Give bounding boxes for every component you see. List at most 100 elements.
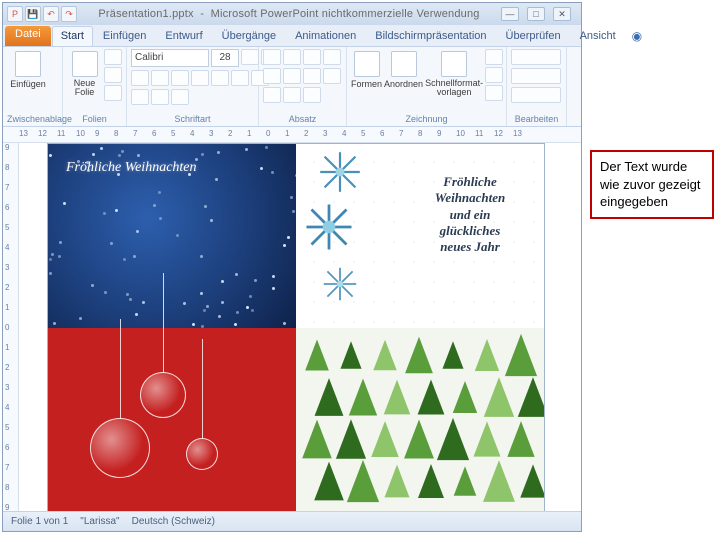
indent-inc-icon[interactable] bbox=[323, 49, 341, 65]
font-size-selector[interactable]: 28 bbox=[211, 49, 239, 67]
align-center-icon[interactable] bbox=[283, 68, 301, 84]
arrange-label: Anordnen bbox=[384, 79, 423, 89]
quick-access-toolbar: P 💾 ↶ ↷ bbox=[7, 6, 77, 22]
shape-effects-icon[interactable] bbox=[485, 85, 503, 101]
card-snowflakes[interactable]: Fröhliche Weihnachten und ein glückliche… bbox=[296, 144, 544, 328]
line-spacing-icon[interactable] bbox=[263, 87, 281, 103]
workspace: 13121110987654321012345678910111213 9876… bbox=[3, 127, 581, 511]
new-slide-button[interactable]: Neue Folie bbox=[67, 49, 102, 107]
align-left-icon[interactable] bbox=[263, 68, 281, 84]
file-tab[interactable]: Datei bbox=[5, 26, 51, 46]
bullets-icon[interactable] bbox=[263, 49, 281, 65]
close-button[interactable]: ✕ bbox=[553, 7, 571, 21]
snowflake-icon bbox=[304, 202, 354, 252]
app-window: P 💾 ↶ ↷ Präsentation1.pptx - Microsoft P… bbox=[2, 2, 582, 532]
justify-icon[interactable] bbox=[323, 68, 341, 84]
group-paragraph: Absatz bbox=[259, 47, 347, 126]
window-controls: — □ ✕ bbox=[501, 7, 577, 21]
save-icon[interactable]: 💾 bbox=[25, 6, 41, 22]
titlebar: P 💾 ↶ ↷ Präsentation1.pptx - Microsoft P… bbox=[3, 3, 581, 25]
columns-icon[interactable] bbox=[303, 87, 321, 103]
indent-dec-icon[interactable] bbox=[303, 49, 321, 65]
status-language[interactable]: Deutsch (Schweiz) bbox=[132, 516, 215, 527]
vertical-ruler: 9876543210123456789 bbox=[3, 143, 19, 511]
tab-uebergaenge[interactable]: Übergänge bbox=[213, 26, 285, 46]
text-direction-icon[interactable] bbox=[283, 87, 301, 103]
shapes-button[interactable]: Formen bbox=[351, 49, 382, 107]
maximize-button[interactable]: □ bbox=[527, 7, 545, 21]
slide-canvas[interactable]: Fröhliche Weihnachten Fröhliche Weihnach… bbox=[19, 143, 581, 511]
group-slides-label: Folien bbox=[67, 113, 122, 126]
undo-icon[interactable]: ↶ bbox=[43, 6, 59, 22]
arrange-icon bbox=[391, 51, 417, 77]
ribbon-tabs: Datei Start Einfügen Entwurf Übergänge A… bbox=[3, 25, 581, 47]
statusbar: Folie 1 von 1 "Larissa" Deutsch (Schweiz… bbox=[3, 511, 581, 531]
shape-fill-icon[interactable] bbox=[485, 49, 503, 65]
shadow-icon[interactable] bbox=[211, 70, 229, 86]
snowflake-icon bbox=[322, 266, 358, 302]
paste-icon bbox=[15, 51, 41, 77]
select-icon[interactable] bbox=[511, 87, 561, 103]
group-drawing-label: Zeichnung bbox=[351, 113, 502, 126]
group-editing: Bearbeiten bbox=[507, 47, 567, 126]
group-font: Calibri 28 bbox=[127, 47, 259, 126]
strike-icon[interactable] bbox=[191, 70, 209, 86]
group-drawing: Formen Anordnen Schnellformat- vorlagen … bbox=[347, 47, 507, 126]
italic-icon[interactable] bbox=[151, 70, 169, 86]
tab-entwurf[interactable]: Entwurf bbox=[156, 26, 211, 46]
new-slide-icon bbox=[72, 51, 98, 77]
reset-icon[interactable] bbox=[104, 67, 122, 83]
group-paragraph-label: Absatz bbox=[263, 113, 342, 126]
card-trees[interactable] bbox=[296, 328, 544, 511]
highlight-icon[interactable] bbox=[151, 89, 169, 105]
ornament-icon bbox=[140, 372, 186, 418]
tab-ueberpruefen[interactable]: Überprüfen bbox=[497, 26, 570, 46]
underline-icon[interactable] bbox=[171, 70, 189, 86]
horizontal-ruler: 13121110987654321012345678910111213 bbox=[3, 127, 581, 143]
help-icon[interactable]: ◉ bbox=[626, 26, 648, 46]
bold-icon[interactable] bbox=[131, 70, 149, 86]
font-color-icon[interactable] bbox=[131, 89, 149, 105]
group-clipboard-label: Zwischenablage bbox=[7, 113, 58, 126]
annotation-text: Der Text wurde wie zuvor gezeigt eingege… bbox=[600, 159, 700, 209]
slide[interactable]: Fröhliche Weihnachten Fröhliche Weihnach… bbox=[47, 143, 545, 511]
app-menu-icon[interactable]: P bbox=[7, 6, 23, 22]
font-name-selector[interactable]: Calibri bbox=[131, 49, 209, 67]
shapes-label: Formen bbox=[351, 79, 382, 89]
ornament-icon bbox=[186, 438, 218, 470]
quick-styles-button[interactable]: Schnellformat- vorlagen bbox=[425, 49, 483, 107]
replace-icon[interactable] bbox=[511, 68, 561, 84]
group-clipboard: Einfügen Zwischenablage bbox=[3, 47, 63, 126]
status-theme: "Larissa" bbox=[80, 516, 119, 527]
paste-button[interactable]: Einfügen bbox=[7, 49, 49, 107]
new-slide-label: Neue Folie bbox=[74, 79, 96, 97]
quick-styles-label: Schnellformat- vorlagen bbox=[425, 79, 483, 97]
align-right-icon[interactable] bbox=[303, 68, 321, 84]
card-blue-snow[interactable]: Fröhliche Weihnachten bbox=[48, 144, 296, 328]
tab-start[interactable]: Start bbox=[52, 26, 93, 46]
status-slide-count: Folie 1 von 1 bbox=[11, 516, 68, 527]
minimize-button[interactable]: — bbox=[501, 7, 519, 21]
section-icon[interactable] bbox=[104, 85, 122, 101]
tab-animationen[interactable]: Animationen bbox=[286, 26, 365, 46]
window-title: Präsentation1.pptx - Microsoft PowerPoin… bbox=[77, 8, 501, 20]
arrange-button[interactable]: Anordnen bbox=[384, 49, 423, 107]
card-red-ornaments[interactable] bbox=[48, 328, 296, 511]
card-snowflakes-text: Fröhliche Weihnachten und ein glückliche… bbox=[410, 174, 530, 255]
grow-font-icon[interactable] bbox=[241, 49, 259, 65]
numbering-icon[interactable] bbox=[283, 49, 301, 65]
layout-icon[interactable] bbox=[104, 49, 122, 65]
paste-label: Einfügen bbox=[10, 79, 46, 89]
app-name: Microsoft PowerPoint nichtkommerzielle V… bbox=[211, 8, 480, 20]
spacing-icon[interactable] bbox=[231, 70, 249, 86]
shape-outline-icon[interactable] bbox=[485, 67, 503, 83]
tab-einfuegen[interactable]: Einfügen bbox=[94, 26, 155, 46]
quick-styles-icon bbox=[441, 51, 467, 77]
group-font-label: Schriftart bbox=[131, 113, 254, 126]
tab-bildschirmpraesentation[interactable]: Bildschirmpräsentation bbox=[366, 26, 495, 46]
clear-format-icon[interactable] bbox=[171, 89, 189, 105]
shapes-icon bbox=[354, 51, 380, 77]
tab-ansicht[interactable]: Ansicht bbox=[571, 26, 625, 46]
redo-icon[interactable]: ↷ bbox=[61, 6, 77, 22]
find-icon[interactable] bbox=[511, 49, 561, 65]
